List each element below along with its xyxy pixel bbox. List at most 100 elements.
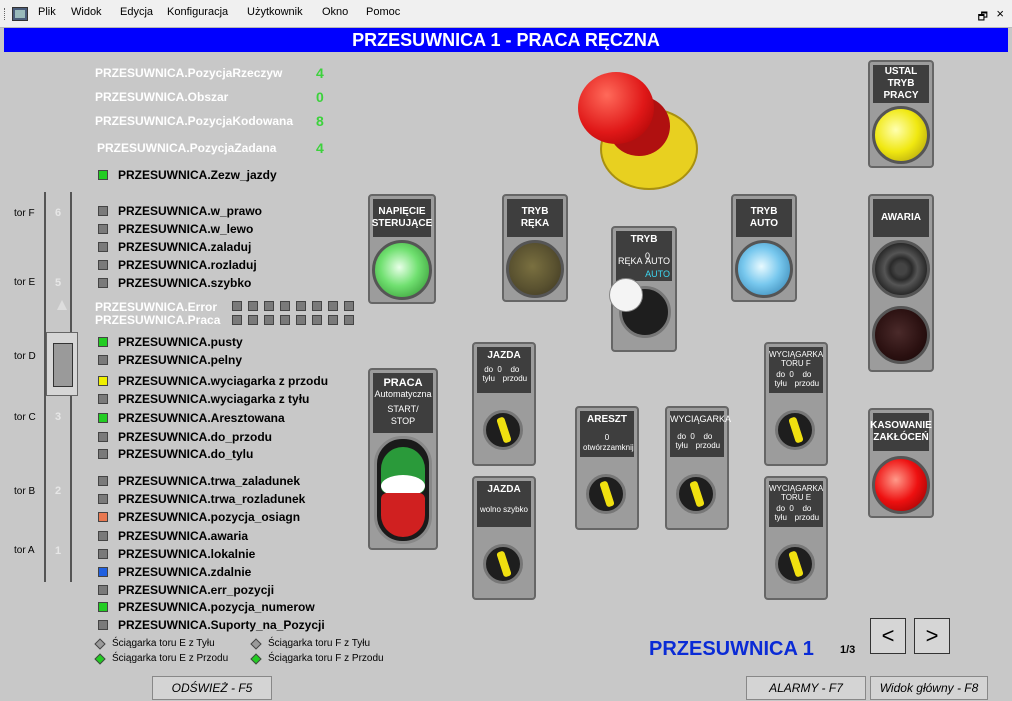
status-led: [98, 432, 108, 442]
tor-label-b: tor B: [14, 486, 36, 497]
status-led: [98, 549, 108, 559]
praca-title: PRACA: [383, 377, 423, 389]
tryb-key-head: TRYB RĘKA 0 AUTO AUTO: [616, 231, 672, 281]
error-led: [328, 301, 338, 311]
menu-okno[interactable]: Okno: [322, 6, 348, 18]
status-label: PRZESUWNICA.w_lewo: [118, 222, 254, 236]
status-label: PRZESUWNICA.trwa_rozladunek: [118, 492, 306, 506]
app-icon[interactable]: [12, 7, 28, 21]
error-led: [280, 301, 290, 311]
menu-pomoc[interactable]: Pomoc: [366, 6, 400, 18]
status-led: [98, 394, 108, 404]
kasowanie-button[interactable]: [872, 456, 930, 514]
panel-wyciagarka-toru-f: WYCIĄGARKA TORU F do tyłu 0 do przodu: [764, 342, 828, 466]
praca-start-stop: START/ STOP: [387, 404, 419, 426]
status-rozladuj: PRZESUWNICA.rozladuj: [98, 257, 257, 273]
panel-wyciagarka-toru-e: WYCIĄGARKA TORU E do tyłu 0 do przodu: [764, 476, 828, 600]
refresh-button[interactable]: ODŚWIEŻ - F5: [152, 676, 272, 700]
menu-plik[interactable]: Plik: [38, 6, 56, 18]
menu-konfiguracja[interactable]: Konfiguracja: [167, 6, 228, 18]
panel-jazda-predkosc: JAZDA wolno szybko: [472, 476, 536, 600]
praca-led-strip: [232, 315, 354, 325]
status-led: [98, 278, 108, 288]
legend-diamond-icon: [250, 637, 262, 650]
page-indicator: 1/3: [840, 644, 856, 656]
areszt-title: ARESZT: [587, 414, 627, 425]
menu-grip: [4, 8, 7, 20]
ustal-tryb-button[interactable]: [872, 106, 930, 164]
panel-ustal-tryb-label: USTAL TRYB PRACY: [873, 65, 929, 103]
tryb-key-auto-active: AUTO: [645, 269, 670, 279]
prev-page-button[interactable]: <: [870, 618, 906, 654]
device-name: PRZESUWNICA 1: [649, 638, 814, 660]
wyciagarka-left: do tyłu: [675, 432, 688, 450]
status-led: [98, 512, 108, 522]
praca-led: [280, 315, 290, 325]
page-title: PRZESUWNICA 1 - PRACA RĘCZNA: [4, 28, 1008, 52]
legend-label: Ściągarka toru F z Tyłu: [268, 638, 371, 649]
jazda-kierunek-selector[interactable]: [483, 410, 523, 450]
panel-awaria-label: AWARIA: [873, 199, 929, 237]
praca-head: PRACA Automatyczna START/ STOP: [373, 373, 433, 433]
start-stop-button[interactable]: [374, 436, 432, 544]
wyciagarka-head: WYCIĄGARKA do tyłu 0 do przodu: [670, 411, 732, 457]
status-do-tylu: PRZESUWNICA.do_tylu: [98, 446, 253, 462]
status-label: PRZESUWNICA.do_tylu: [118, 447, 254, 461]
tor-label-a: tor A: [14, 545, 35, 556]
menu-bar: Plik Widok Edycja Konfiguracja Użytkowni…: [0, 0, 1012, 28]
awaria-button[interactable]: [872, 306, 930, 364]
close-icon[interactable]: ×: [996, 6, 1004, 21]
status-label: PRZESUWNICA.do_przodu: [118, 430, 272, 444]
var-value-obszar: 0: [316, 89, 324, 105]
trolley-icon: [46, 332, 78, 396]
status-awaria: PRZESUWNICA.awaria: [98, 528, 248, 544]
status-label: PRZESUWNICA.trwa_zaladunek: [118, 474, 301, 488]
status-szybko: PRZESUWNICA.szybko: [98, 275, 251, 291]
jazda-predkosc-selector[interactable]: [483, 544, 523, 584]
wyciagarka-toru-e-right: do przodu: [794, 504, 820, 522]
error-label: PRZESUWNICA.Error: [95, 300, 218, 314]
main-view-button[interactable]: Widok główny - F8: [870, 676, 988, 700]
areszt-selector[interactable]: [586, 474, 626, 514]
restore-icon[interactable]: 🗗: [978, 8, 988, 27]
panel-ustal-tryb: USTAL TRYB PRACY: [868, 60, 934, 168]
error-led: [344, 301, 354, 311]
areszt-head: ARESZT 0 otwórz zamknij: [580, 411, 634, 457]
status-led: [98, 337, 108, 347]
tor-label-c: tor C: [14, 412, 36, 423]
error-led: [232, 301, 242, 311]
tor-label-f: tor F: [14, 208, 35, 219]
status-led: [98, 413, 108, 423]
menu-uzytkownik[interactable]: Użytkownik: [247, 6, 303, 18]
trolley-arrow-icon: [57, 300, 67, 310]
tryb-key-title: TRYB: [630, 234, 658, 245]
tor-label-e: tor E: [14, 277, 36, 288]
jazda-kierunek-head: JAZDA do tyłu 0 do przodu: [477, 347, 531, 393]
wyciagarka-title: WYCIĄGARKA: [670, 414, 732, 424]
status-label: PRZESUWNICA.w_prawo: [118, 204, 263, 218]
next-page-button[interactable]: >: [914, 618, 950, 654]
wyciagarka-toru-f-selector[interactable]: [775, 410, 815, 450]
status-pelny: PRZESUWNICA.pelny: [98, 352, 242, 368]
panel-tryb-reka-label: TRYB RĘKA: [507, 199, 563, 237]
wyciagarka-selector[interactable]: [676, 474, 716, 514]
panel-napiecie: NAPIĘCIE STERUJĄCE: [368, 194, 436, 304]
panel-jazda-kierunek: JAZDA do tyłu 0 do przodu: [472, 342, 536, 466]
status-label: PRZESUWNICA.Suporty_na_Pozycji: [118, 618, 325, 632]
jazda-predkosc-head: JAZDA wolno szybko: [477, 481, 531, 527]
panel-kasowanie: KASOWANIE ZAKŁÓCEŃ: [868, 408, 934, 518]
areszt-left: otwórz: [583, 443, 607, 452]
status-label: PRZESUWNICA.szybko: [118, 276, 252, 290]
tor-num-e: 5: [55, 277, 62, 289]
wyciagarka-toru-e-selector[interactable]: [775, 544, 815, 584]
praca-label: PRZESUWNICA.Praca: [95, 313, 221, 327]
wyciagarka-toru-e-left: do tyłu: [774, 504, 787, 522]
legend-f-tylu: Ściągarka toru F z Tyłu: [250, 637, 371, 650]
wyciagarka-toru-f-left: do tyłu: [774, 370, 787, 388]
menu-edycja[interactable]: Edycja: [120, 6, 153, 18]
legend-label: Ściągarka toru E z Tyłu: [112, 638, 215, 649]
emergency-stop-button[interactable]: [578, 70, 702, 194]
areszt-right: zamknij: [606, 443, 634, 452]
menu-widok[interactable]: Widok: [71, 6, 102, 18]
alarms-button[interactable]: ALARMY - F7: [746, 676, 866, 700]
